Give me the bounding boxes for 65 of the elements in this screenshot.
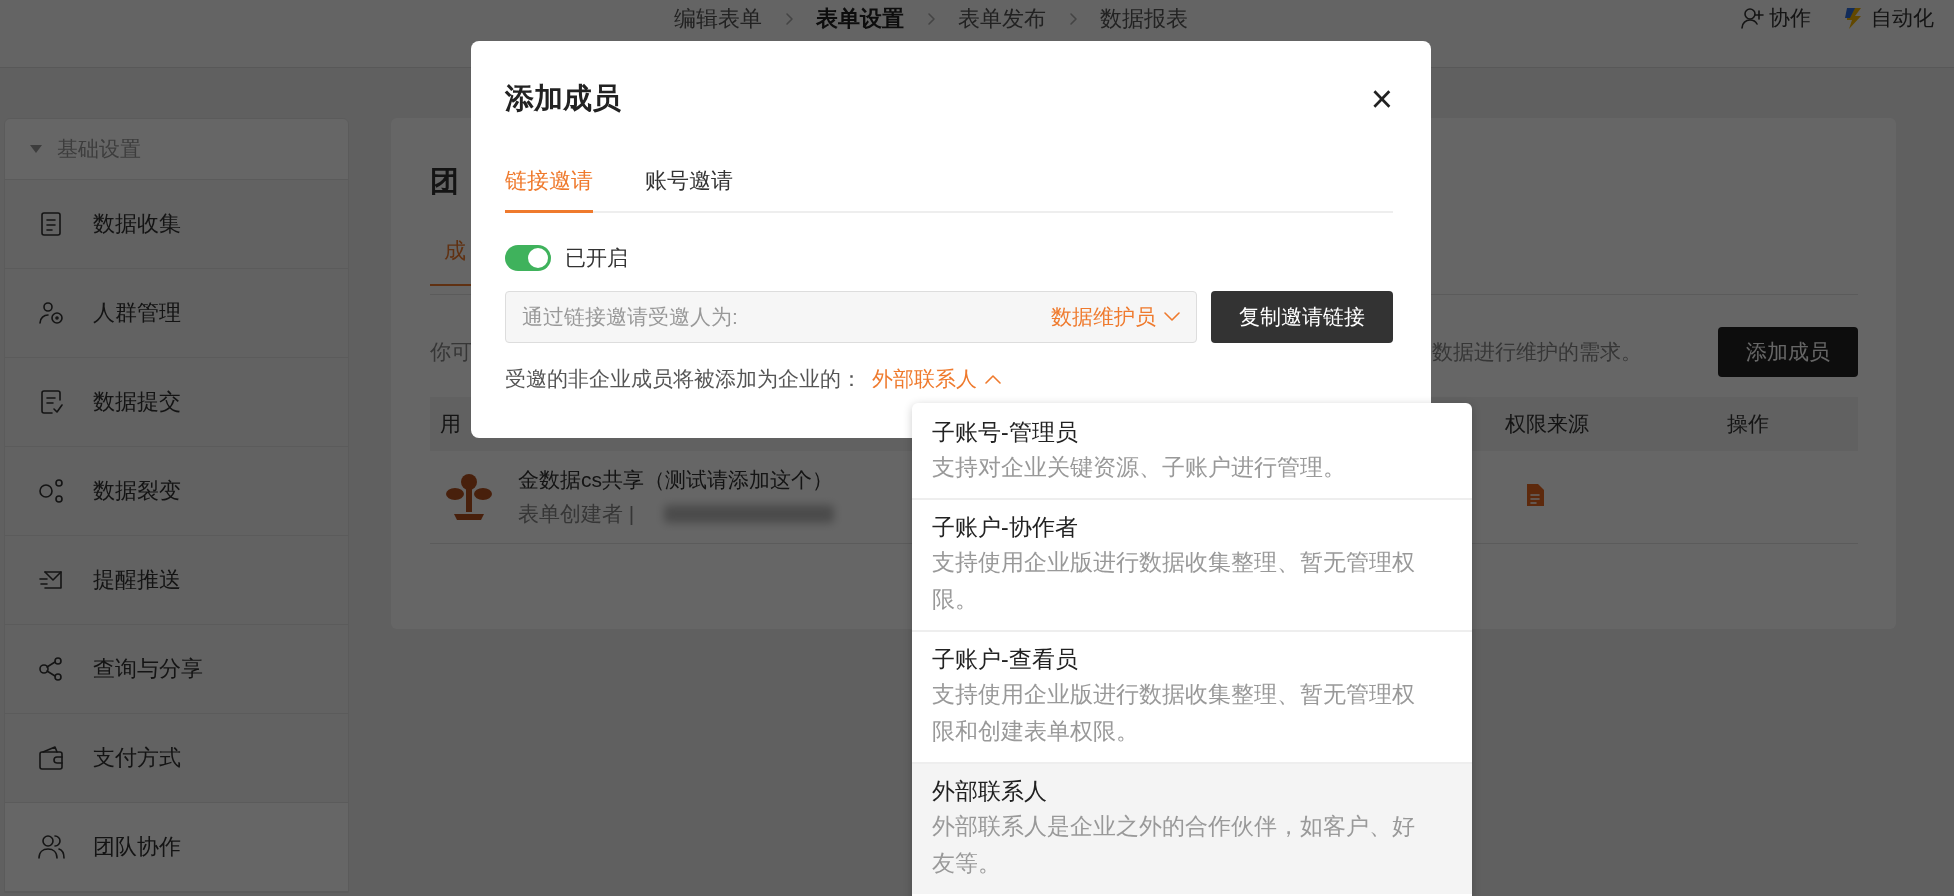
tab[interactable]: 链接邀请 bbox=[505, 166, 593, 213]
dropdown-option[interactable]: 子账户-协作者 支持使用企业版进行数据收集整理、暂无管理权限。 bbox=[912, 500, 1472, 632]
option-description: 支持使用企业版进行数据收集整理、暂无管理权限和创建表单权限。 bbox=[932, 680, 1416, 746]
field-label: 通过链接邀请受邀人为: bbox=[522, 304, 738, 330]
person-icon bbox=[37, 299, 65, 327]
option-description: 支持对企业关键资源、子账户进行管理。 bbox=[932, 453, 1347, 482]
column-header: 操作 bbox=[1726, 411, 1769, 437]
caret-down-icon bbox=[1164, 312, 1180, 322]
sidebar-label: 支付方式 bbox=[93, 744, 181, 772]
chevron-icon bbox=[784, 12, 794, 26]
chevron-icon bbox=[926, 12, 936, 26]
member-type-dropdown[interactable]: 外部联系人 bbox=[872, 365, 1001, 393]
caret-up-icon bbox=[985, 374, 1001, 384]
option-description: 支持使用企业版进行数据收集整理、暂无管理权限。 bbox=[932, 548, 1416, 614]
dropdown-option[interactable]: 外部联系人 外部联系人是企业之外的合作伙伴，如客户、好友等。 bbox=[912, 764, 1472, 894]
wallet-icon bbox=[37, 744, 65, 772]
sidebar-label: 查询与分享 bbox=[93, 655, 203, 683]
nodes-icon bbox=[37, 477, 65, 505]
option-description: 外部联系人是企业之外的合作伙伴，如客户、好友等。 bbox=[932, 812, 1416, 878]
sidebar-label: 团队协作 bbox=[93, 833, 181, 861]
close-button[interactable]: × bbox=[1370, 80, 1393, 118]
sidebar-label: 数据裂变 bbox=[93, 477, 181, 505]
sidebar-label: 数据提交 bbox=[93, 388, 181, 416]
caret-down-icon bbox=[29, 144, 43, 154]
sidebar-item[interactable]: 查询与分享 bbox=[5, 625, 348, 714]
switch-label: 已开启 bbox=[565, 245, 628, 271]
sidebar-item[interactable]: 数据提交 bbox=[5, 358, 348, 447]
copy-link-button[interactable]: 复制邀请链接 bbox=[1211, 291, 1393, 343]
option-title: 外部联系人 bbox=[932, 777, 1048, 806]
breadcrumb-step[interactable]: 数据报表 bbox=[1100, 4, 1188, 34]
breadcrumb-step[interactable]: 表单设置 bbox=[816, 4, 904, 34]
tab[interactable]: 账号邀请 bbox=[645, 166, 733, 213]
share-icon bbox=[37, 655, 65, 683]
option-title: 子账号-管理员 bbox=[932, 418, 1079, 447]
toolbar-action[interactable]: 自动化 bbox=[1841, 4, 1934, 32]
action-label: 自动化 bbox=[1871, 5, 1934, 31]
invite-field[interactable]: 通过链接邀请受邀人为: 数据维护员 bbox=[505, 291, 1197, 343]
sidebar-label: 提醒推送 bbox=[93, 566, 181, 594]
card-title: 团 bbox=[430, 164, 460, 199]
sidebar-item[interactable]: 数据收集 bbox=[5, 180, 348, 269]
option-title: 子账户-查看员 bbox=[932, 645, 1079, 674]
sidebar-label: 人群管理 bbox=[93, 299, 181, 327]
add-member-button[interactable]: 添加成员 bbox=[1718, 327, 1858, 377]
dialog-title: 添加成员 bbox=[505, 81, 621, 116]
document-icon bbox=[1525, 483, 1545, 507]
dropdown-option[interactable]: 子账号-管理员 支持对企业关键资源、子账户进行管理。 bbox=[912, 405, 1472, 500]
sidebar-label: 数据收集 bbox=[93, 210, 181, 238]
option-title: 子账户-协作者 bbox=[932, 513, 1079, 542]
action-label: 协作 bbox=[1769, 5, 1811, 31]
sidebar-item[interactable]: 数据裂变 bbox=[5, 447, 348, 536]
sidebar-item[interactable]: 提醒推送 bbox=[5, 536, 348, 625]
member-type-label: 受邀的非企业成员将被添加为企业的： bbox=[505, 366, 862, 392]
column-header: 权限来源 bbox=[1504, 411, 1589, 437]
sidebar-item[interactable]: 人群管理 bbox=[5, 269, 348, 358]
role-dropdown[interactable]: 数据维护员 bbox=[1051, 303, 1180, 331]
breadcrumb-step[interactable]: 表单发布 bbox=[958, 4, 1046, 34]
toolbar-action[interactable]: 协作 bbox=[1739, 4, 1811, 32]
add-person-icon bbox=[1739, 5, 1765, 31]
people-icon bbox=[37, 833, 65, 861]
column-header: 用 bbox=[439, 411, 461, 437]
chevron-icon bbox=[1068, 12, 1078, 26]
toggle-switch[interactable] bbox=[505, 245, 551, 271]
member-name: 金数据cs共享（测试请添加这个） bbox=[518, 467, 834, 493]
breadcrumb-step[interactable]: 编辑表单 bbox=[674, 4, 762, 34]
sidebar-item[interactable]: 支付方式 bbox=[5, 714, 348, 803]
